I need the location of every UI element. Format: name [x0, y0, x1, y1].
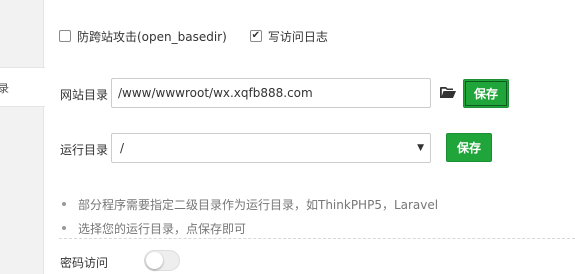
sidebar-item-active[interactable]: 录 [0, 67, 45, 107]
bullet-icon [62, 202, 66, 206]
password-access-label: 密码访问 [60, 256, 109, 270]
open-basedir-option[interactable]: 防跨站攻击(open_basedir) [59, 28, 227, 45]
run-dir-select[interactable]: / ▼ [111, 133, 431, 163]
tip-text: 选择您的运行目录，点保存即可 [78, 221, 247, 236]
sidebar-item-label: 录 [0, 80, 9, 96]
access-log-label: 写访问日志 [267, 29, 328, 44]
toggle-knob [146, 252, 163, 269]
site-dir-label: 网站目录 [60, 88, 109, 102]
tips-list: 部分程序需要指定二级目录作为运行目录，如ThinkPHP5，Laravel 选择… [60, 192, 438, 240]
access-log-checkbox[interactable]: ✔ [249, 30, 262, 42]
site-options: 防跨站攻击(open_basedir) ✔ 写访问日志 [59, 27, 351, 45]
list-item: 选择您的运行目录，点保存即可 [60, 216, 438, 240]
folder-open-icon[interactable] [440, 86, 456, 99]
site-settings-panel: 置 绑定 录 制 问 置 置 防跨站攻击(open_basedir) ✔ 写访问… [0, 0, 575, 274]
run-dir-selected-value: / [120, 141, 125, 155]
access-log-option[interactable]: ✔ 写访问日志 [249, 28, 328, 45]
site-dir-save-button[interactable]: 保存 [463, 79, 509, 108]
open-basedir-checkbox[interactable] [59, 30, 71, 42]
run-dir-label: 运行目录 [60, 143, 109, 157]
checkmark-icon: ✔ [251, 30, 260, 41]
site-dir-input[interactable]: /www/wwwroot/wx.xqfb888.com [111, 78, 431, 108]
list-item: 部分程序需要指定二级目录作为运行目录，如ThinkPHP5，Laravel [60, 192, 438, 216]
open-basedir-label: 防跨站攻击(open_basedir) [77, 29, 227, 44]
run-dir-save-button[interactable]: 保存 [446, 133, 492, 162]
divider [59, 238, 575, 239]
tip-text: 部分程序需要指定二级目录作为运行目录，如ThinkPHP5，Laravel [78, 197, 439, 212]
password-access-toggle[interactable] [144, 250, 180, 271]
bullet-icon [62, 226, 66, 230]
chevron-down-icon: ▼ [417, 143, 424, 153]
settings-sidebar: 置 绑定 录 制 问 置 置 [0, 0, 45, 274]
